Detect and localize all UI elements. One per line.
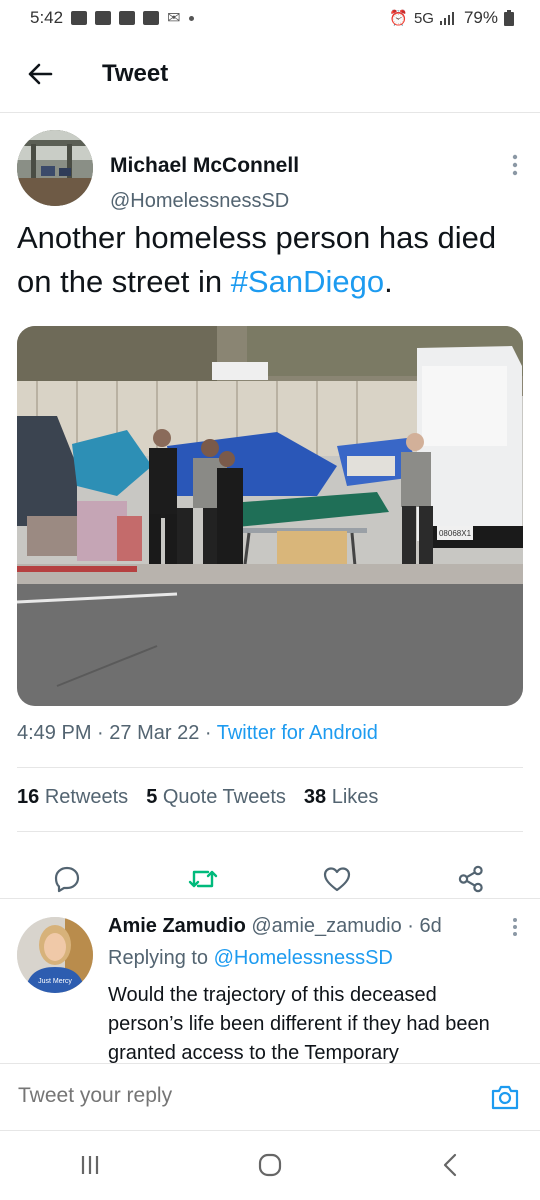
reply-tweet[interactable]: Just Mercy Amie Zamudio @amie_zamudio · … — [0, 898, 540, 1063]
camera-button[interactable] — [490, 1082, 520, 1112]
reply-compose-bar — [0, 1063, 540, 1131]
reply-icon — [54, 866, 80, 893]
battery-percent: 79% — [463, 8, 498, 27]
gmail-notification-icon: ✉ — [167, 10, 181, 27]
author-handle[interactable]: @HomelessnessSD — [110, 190, 289, 213]
back-icon — [443, 1153, 457, 1177]
home-button[interactable] — [230, 1135, 310, 1195]
retweet-icon — [188, 870, 218, 888]
alarm-icon: ⏰ — [389, 10, 408, 27]
meta-separator: · — [91, 722, 110, 744]
youtube-notification-icon — [119, 11, 136, 25]
reply-author-handle[interactable]: @amie_zamudio — [251, 915, 401, 937]
tweet-media-image[interactable]: 08068X1 — [17, 326, 523, 706]
status-bar: 5:42 ✉ ⏰ 5G 79% — [0, 0, 540, 36]
reply-input[interactable] — [18, 1084, 438, 1108]
reply-avatar[interactable]: Just Mercy — [17, 917, 93, 993]
likes-count: 38 — [303, 786, 327, 808]
like-icon — [323, 867, 351, 892]
more-icon — [513, 918, 517, 936]
author-name[interactable]: Michael McConnell — [110, 154, 299, 178]
top-app-bar: Tweet — [0, 36, 540, 113]
avatar-photo — [17, 130, 93, 206]
system-nav-bar — [0, 1130, 540, 1200]
retweets-stat[interactable]: 16 Retweets — [17, 786, 128, 809]
reply-author-name[interactable]: Amie Zamudio — [108, 915, 246, 937]
meta-separator: · — [401, 915, 420, 937]
likes-label: Likes — [331, 786, 379, 808]
likes-stat[interactable]: 38 Likes — [304, 786, 379, 809]
tweet-date: 27 Mar 22 — [109, 722, 200, 744]
tweet-text: Another homeless person has died on the … — [17, 216, 522, 304]
divider — [17, 767, 523, 768]
replying-to: Replying to @HomelessnessSD — [108, 947, 393, 970]
recents-button[interactable] — [50, 1135, 130, 1195]
tweet-more-button[interactable] — [512, 154, 518, 182]
avatar-shirt-text: Just Mercy — [38, 978, 72, 985]
recents-icon — [81, 1156, 99, 1174]
meta-separator: · — [199, 722, 217, 744]
media-photo: 08068X1 — [17, 326, 523, 706]
tweet-stats: 16 Retweets 5 Quote Tweets 38 Likes — [17, 786, 378, 809]
reply-header: Amie Zamudio @amie_zamudio · 6d — [108, 915, 442, 938]
reply-avatar-photo: Just Mercy — [17, 917, 93, 993]
camera-icon — [491, 1085, 519, 1110]
tweet-source-link[interactable]: Twitter for Android — [217, 722, 378, 744]
quotes-count: 5 — [146, 786, 158, 808]
share-icon — [458, 865, 483, 893]
retweets-count: 16 — [17, 786, 40, 808]
replying-handle-link[interactable]: @HomelessnessSD — [214, 947, 393, 969]
tweet-text-end: . — [384, 264, 393, 299]
divider — [17, 831, 523, 832]
reply-more-button[interactable] — [512, 917, 518, 943]
reply-age: 6d — [419, 915, 442, 937]
youtube-notification-icon — [143, 11, 160, 25]
retweets-label: Retweets — [44, 786, 129, 808]
back-button[interactable] — [0, 36, 80, 112]
tweet-time: 4:49 PM — [17, 722, 92, 744]
tweet-meta: 4:49 PM · 27 Mar 22 · Twitter for Androi… — [17, 722, 378, 745]
network-label: 5G — [413, 9, 434, 27]
youtube-notification-icon — [95, 11, 112, 25]
status-right: ⏰ 5G 79% — [389, 8, 514, 28]
replying-prefix: Replying to — [108, 947, 214, 969]
license-plate-text: 08068X1 — [439, 529, 472, 538]
hashtag-link[interactable]: #SanDiego — [231, 264, 384, 299]
reply-text: Would the trajectory of this deceased pe… — [108, 984, 490, 1063]
home-icon — [258, 1153, 282, 1177]
tweet-author-row: Michael McConnell @HomelessnessSD — [0, 128, 540, 212]
more-notifications-icon — [188, 15, 194, 21]
author-avatar[interactable] — [17, 130, 93, 206]
battery-icon — [504, 10, 514, 26]
signal-icon — [439, 12, 454, 25]
system-back-button[interactable] — [410, 1135, 490, 1195]
status-left: 5:42 ✉ — [30, 8, 194, 28]
quotes-stat[interactable]: 5 Quote Tweets — [146, 786, 286, 809]
facebook-notification-icon — [71, 11, 88, 25]
more-icon — [512, 154, 518, 176]
status-time: 5:42 — [30, 8, 64, 27]
back-arrow-icon — [28, 63, 53, 85]
quotes-label: Quote Tweets — [162, 786, 286, 808]
page-title: Tweet — [102, 60, 169, 87]
